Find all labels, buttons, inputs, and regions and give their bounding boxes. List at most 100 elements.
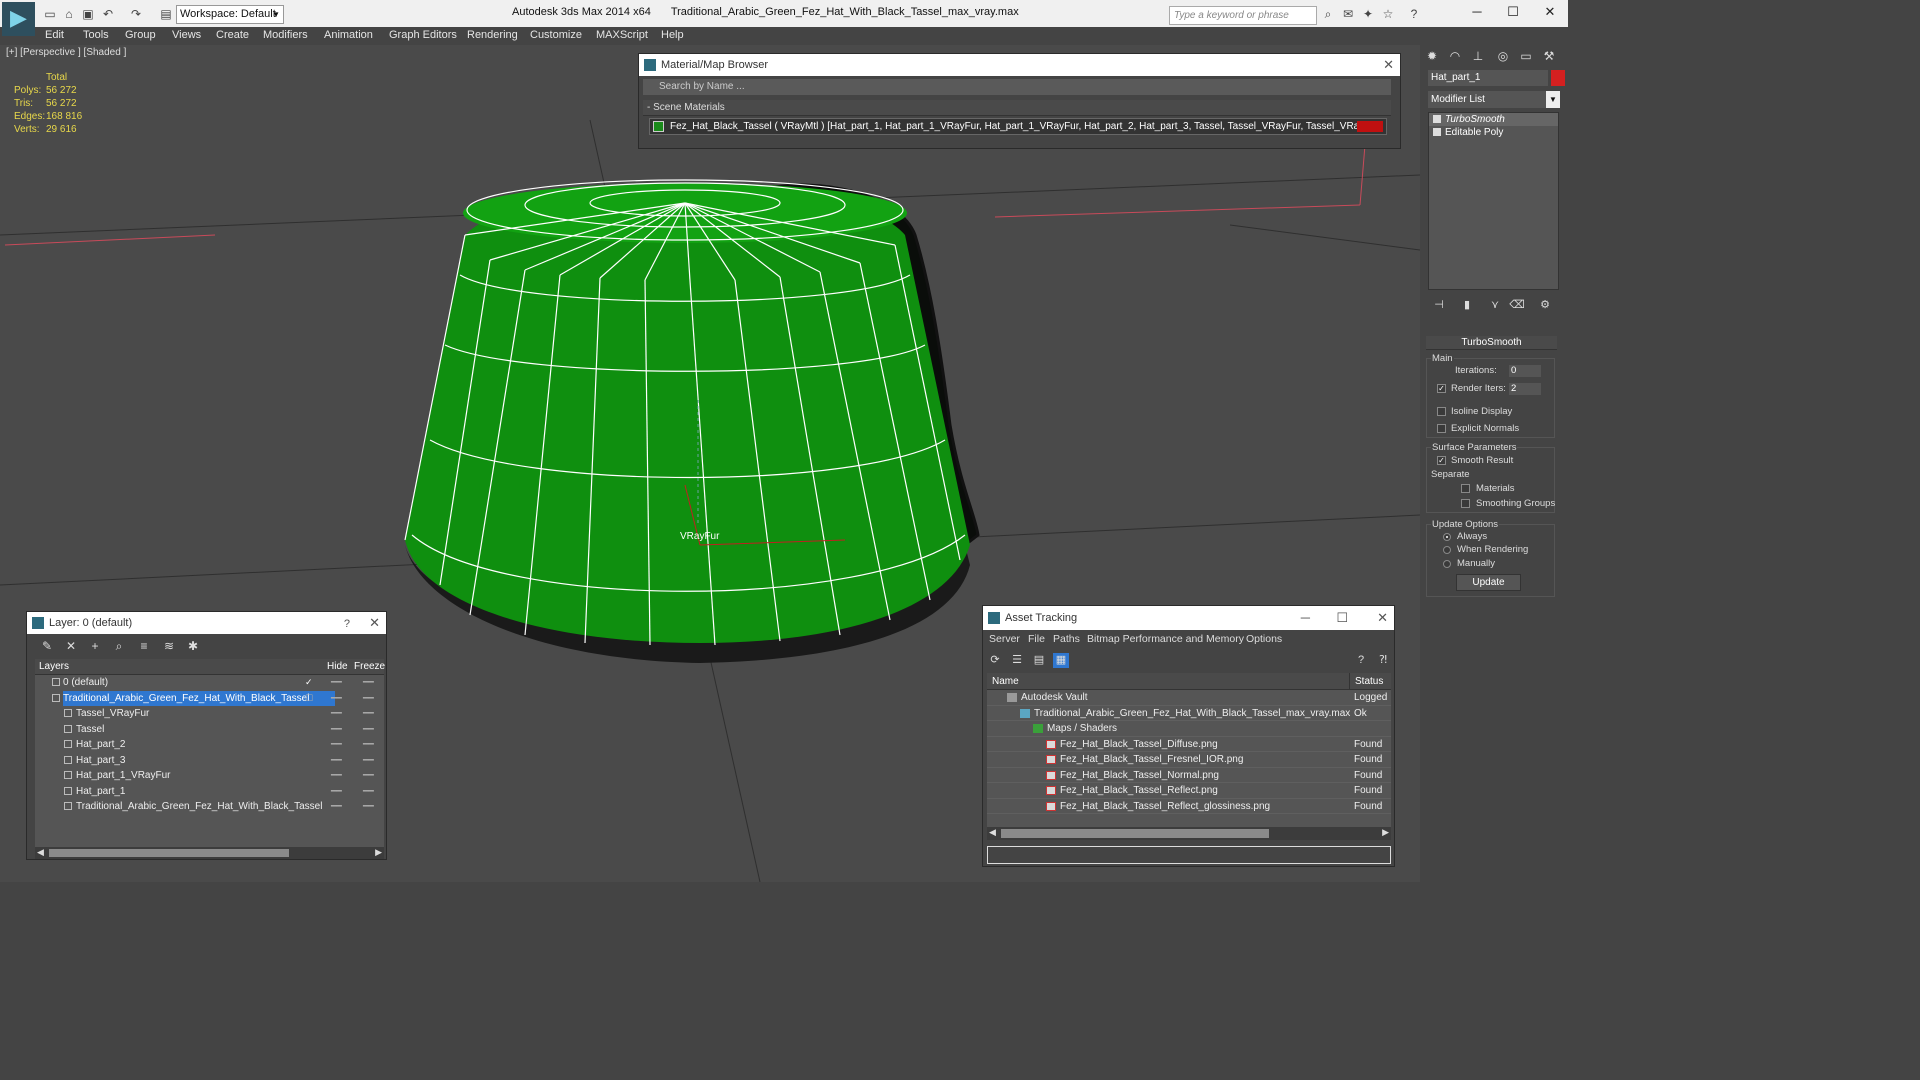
scroll-left-icon[interactable]: ◀ (989, 827, 996, 838)
motion-tab-icon[interactable]: ◎ (1493, 47, 1513, 65)
refresh-icon[interactable]: ⟳ (987, 653, 1003, 668)
scene-materials-section[interactable]: - Scene Materials (643, 100, 1391, 116)
display-tab-icon[interactable]: ▭ (1516, 47, 1536, 65)
menu-rendering[interactable]: Rendering (467, 29, 518, 41)
object-name-field[interactable]: Hat_part_1 (1428, 70, 1548, 86)
delete-layer-icon[interactable]: ✕ (63, 638, 79, 654)
lightbulb-icon[interactable] (1433, 115, 1441, 123)
minimize-icon[interactable]: ─ (1467, 4, 1487, 20)
make-unique-icon[interactable]: ⋎ (1486, 298, 1504, 312)
help-icon[interactable]: ? (1406, 6, 1422, 22)
turbosmooth-rollout-header[interactable]: TurboSmooth (1426, 336, 1557, 350)
asset-row[interactable]: Fez_Hat_Black_Tassel_Normal.png Found (987, 768, 1391, 783)
layer-row[interactable]: Tassel_VRayFur ━━ ━━ (35, 706, 384, 722)
col-name[interactable]: Name (992, 673, 1019, 690)
table-view-icon[interactable]: ▤ (1031, 653, 1047, 668)
material-browser-titlebar[interactable]: Material/Map Browser ✕ (639, 54, 1400, 76)
menu-create[interactable]: Create (216, 29, 249, 41)
create-tab-icon[interactable]: ✹ (1422, 47, 1442, 65)
redo-icon[interactable]: ↷ (128, 6, 144, 22)
remove-modifier-icon[interactable]: ⌫ (1508, 298, 1526, 312)
freeze-toggle[interactable]: ━━ (363, 675, 374, 690)
layer-row[interactable]: Hat_part_1_VRayFur ━━ ━━ (35, 768, 384, 784)
menu-maxscript[interactable]: MAXScript (596, 29, 648, 41)
material-entry[interactable]: Fez_Hat_Black_Tassel ( VRayMtl ) [Hat_pa… (649, 118, 1387, 135)
asset-tracking-titlebar[interactable]: Asset Tracking ─ ☐ ✕ (983, 606, 1394, 630)
utilities-tab-icon[interactable]: ⚒ (1539, 47, 1559, 65)
communication-icon[interactable]: ✦ (1360, 6, 1376, 22)
freeze-toggle[interactable]: ━━ (363, 768, 374, 783)
object-color-swatch[interactable] (1551, 70, 1565, 86)
close-icon[interactable]: ✕ (1540, 4, 1560, 20)
help-icon[interactable]: ? (344, 613, 350, 635)
project-folder-icon[interactable]: ▤ (158, 6, 174, 22)
add-to-layer-icon[interactable]: + (87, 638, 103, 654)
minimize-icon[interactable]: ─ (1301, 606, 1310, 630)
modify-tab-icon[interactable]: ◠ (1445, 47, 1465, 65)
menu-tools[interactable]: Tools (83, 29, 109, 41)
materials-checkbox[interactable] (1461, 484, 1470, 493)
menu-help[interactable]: Help (661, 29, 684, 41)
menu-group[interactable]: Group (125, 29, 156, 41)
update-button[interactable]: Update (1456, 574, 1521, 591)
close-icon[interactable]: ✕ (1377, 606, 1388, 630)
freeze-toggle[interactable]: ━━ (363, 799, 374, 814)
binoculars-icon[interactable]: ⌕ (1320, 6, 1336, 22)
select-objects-icon[interactable]: ⌕ (111, 638, 127, 654)
iterations-spinner[interactable]: 0 (1509, 365, 1541, 377)
open-file-icon[interactable]: ⌂ (61, 6, 77, 22)
active-layer-box-icon[interactable]: ☐ (305, 691, 313, 706)
layer-row[interactable]: Hat_part_1 ━━ ━━ (35, 784, 384, 800)
hide-toggle[interactable]: ━━ (331, 753, 342, 768)
material-search-input[interactable]: Search by Name ... (643, 79, 1391, 95)
hide-all-icon[interactable]: ≋ (161, 638, 177, 654)
freeze-toggle[interactable]: ━━ (363, 706, 374, 721)
menu-animation[interactable]: Animation (324, 29, 373, 41)
isoline-display-checkbox[interactable] (1437, 407, 1446, 416)
asset-menu-file[interactable]: File (1028, 633, 1045, 645)
context-help-icon[interactable]: ⁈ (1375, 653, 1391, 668)
list-view-icon[interactable]: ☰ (1009, 653, 1025, 668)
menu-edit[interactable]: Edit (45, 29, 64, 41)
asset-menu-paths[interactable]: Paths (1053, 633, 1080, 645)
layer-row[interactable]: Traditional_Arabic_Green_Fez_Hat_With_Bl… (35, 799, 384, 815)
freeze-toggle[interactable]: ━━ (363, 691, 374, 706)
freeze-toggle[interactable]: ━━ (363, 784, 374, 799)
maximize-icon[interactable]: ☐ (1336, 606, 1348, 630)
stack-item-editable-poly[interactable]: Editable Poly (1429, 126, 1558, 139)
help-icon[interactable]: ? (1353, 653, 1369, 668)
hide-toggle[interactable]: ━━ (331, 691, 342, 706)
hide-toggle[interactable]: ━━ (331, 784, 342, 799)
asset-row[interactable]: Fez_Hat_Black_Tassel_Reflect.png Found (987, 783, 1391, 799)
freeze-toggle[interactable]: ━━ (363, 722, 374, 737)
asset-row[interactable]: Traditional_Arabic_Green_Fez_Hat_With_Bl… (987, 706, 1391, 721)
menu-views[interactable]: Views (172, 29, 201, 41)
layer-horizontal-scrollbar[interactable]: ◀ ▶ (35, 847, 384, 859)
expand-icon[interactable] (1433, 128, 1441, 136)
active-layer-check-icon[interactable]: ✓ (305, 675, 313, 690)
hide-toggle[interactable]: ━━ (331, 722, 342, 737)
layer-row[interactable]: Hat_part_3 ━━ ━━ (35, 753, 384, 769)
hide-toggle[interactable]: ━━ (331, 799, 342, 814)
asset-row[interactable]: Fez_Hat_Black_Tassel_Fresnel_IOR.png Fou… (987, 752, 1391, 768)
hide-toggle[interactable]: ━━ (331, 737, 342, 752)
maximize-icon[interactable]: ☐ (1503, 4, 1523, 20)
col-freeze[interactable]: Freeze (354, 659, 385, 675)
asset-menu-bitmap-performance[interactable]: Bitmap Performance and Memory (1087, 633, 1244, 645)
configure-modifier-sets-icon[interactable]: ⚙ (1536, 298, 1554, 312)
scroll-left-icon[interactable]: ◀ (37, 847, 44, 858)
menu-graph-editors[interactable]: Graph Editors (389, 29, 457, 41)
close-icon[interactable]: ✕ (1383, 54, 1394, 76)
asset-path-field[interactable] (987, 846, 1391, 864)
manually-radio[interactable] (1443, 560, 1451, 568)
app-logo-icon[interactable]: ▶ (2, 2, 35, 36)
asset-row[interactable]: Autodesk Vault Logged Out (987, 690, 1391, 706)
hierarchy-tab-icon[interactable]: ⊥ (1468, 47, 1488, 65)
undo-icon[interactable]: ↶ (100, 6, 116, 22)
freeze-all-icon[interactable]: ✱ (185, 638, 201, 654)
col-status[interactable]: Status (1349, 673, 1383, 690)
grid-view-icon[interactable]: ▦ (1053, 653, 1069, 668)
viewport-label[interactable]: [+] [Perspective ] [Shaded ] (6, 47, 126, 58)
layer-row[interactable]: Hat_part_2 ━━ ━━ (35, 737, 384, 753)
layer-row[interactable]: 0 (default) ✓ ━━ ━━ (35, 675, 384, 691)
